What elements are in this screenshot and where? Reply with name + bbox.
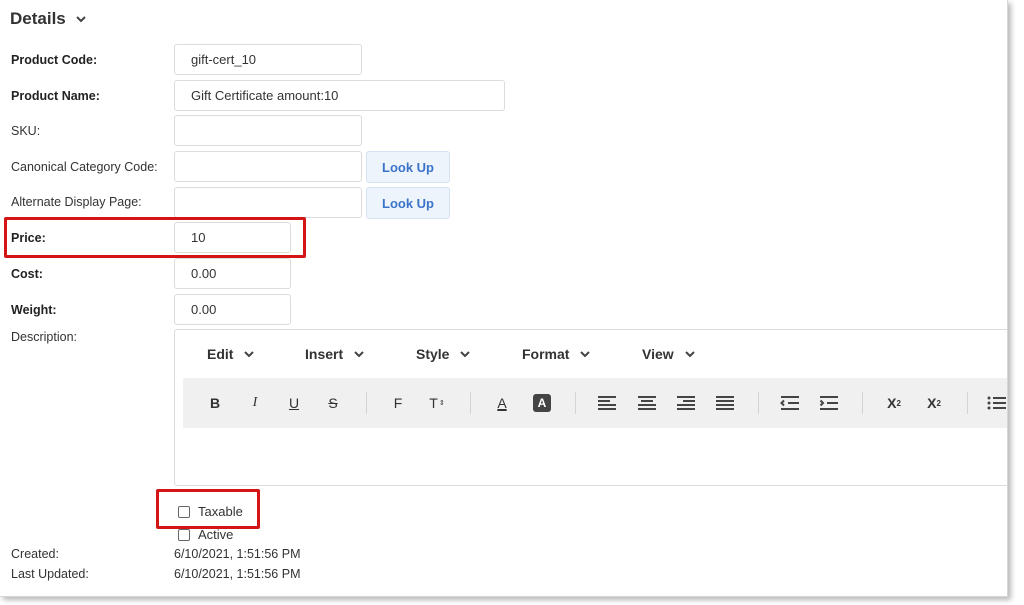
alternate-display-lookup-button[interactable]: Look Up	[366, 187, 450, 219]
price-label: Price:	[11, 231, 46, 245]
weight-label: Weight:	[11, 303, 57, 317]
underline-button[interactable]: U	[280, 390, 308, 416]
background-color-button[interactable]: A	[528, 390, 556, 416]
menu-format[interactable]: Format	[522, 346, 591, 362]
subscript-button[interactable]: X2	[920, 390, 948, 416]
toolbar-divider	[862, 392, 863, 414]
font-size-label: T	[429, 395, 438, 411]
sku-input[interactable]	[174, 115, 362, 146]
font-size-arrows-icon: ⇕	[438, 400, 445, 407]
taxable-label: Taxable	[198, 504, 243, 519]
justify-icon	[716, 396, 734, 410]
alternate-display-page-input[interactable]	[174, 187, 362, 218]
italic-button[interactable]: I	[241, 390, 269, 416]
outdent-button[interactable]	[776, 390, 804, 416]
last-updated-value: 6/10/2021, 1:51:56 PM	[174, 567, 301, 581]
section-title: Details	[10, 9, 66, 28]
indent-button[interactable]	[815, 390, 843, 416]
bullet-list-button[interactable]	[983, 390, 1007, 416]
cost-input[interactable]: 0.00	[174, 258, 291, 289]
bullet-list-icon	[987, 396, 1006, 410]
details-section-toggle[interactable]: Details	[10, 8, 88, 30]
taxable-checkbox[interactable]: Taxable	[178, 504, 243, 519]
alternate-display-page-label: Alternate Display Page:	[11, 195, 142, 209]
superscript-button[interactable]: X2	[880, 390, 908, 416]
canonical-category-code-input[interactable]	[174, 151, 362, 182]
price-input[interactable]: 10	[174, 222, 291, 253]
toolbar-divider	[366, 392, 367, 414]
subscript-mark-icon: 2	[936, 398, 941, 408]
last-updated-label: Last Updated:	[11, 567, 89, 581]
menu-style-label: Style	[416, 346, 450, 362]
font-family-button[interactable]: F	[384, 390, 412, 416]
product-code-label: Product Code:	[11, 53, 98, 67]
description-editor: Edit Insert Style Format View B I U S F …	[174, 329, 1007, 486]
superscript-mark-icon: 2	[896, 398, 901, 408]
editor-menubar: Edit Insert Style Format View	[175, 330, 1007, 378]
active-label: Active	[198, 527, 234, 542]
canonical-category-code-label: Canonical Category Code:	[11, 160, 158, 174]
menu-view-label: View	[642, 346, 674, 362]
active-checkbox-box[interactable]	[178, 528, 190, 541]
weight-input[interactable]: 0.00	[174, 294, 291, 325]
align-left-button[interactable]	[593, 390, 621, 416]
align-center-button[interactable]	[633, 390, 661, 416]
chevron-down-icon	[580, 351, 591, 358]
menu-style[interactable]: Style	[416, 346, 471, 362]
details-panel: Details Product Code: gift-cert_10 Produ…	[0, 0, 1008, 597]
created-label: Created:	[11, 547, 59, 561]
menu-insert-label: Insert	[305, 346, 344, 362]
cost-label: Cost:	[11, 267, 43, 281]
bold-button[interactable]: B	[201, 390, 229, 416]
menu-edit-label: Edit	[207, 346, 234, 362]
subscript-label: X	[927, 395, 937, 411]
created-value: 6/10/2021, 1:51:56 PM	[174, 547, 301, 561]
chevron-down-icon	[684, 351, 695, 358]
align-right-button[interactable]	[672, 390, 700, 416]
taxable-checkbox-box[interactable]	[178, 505, 190, 518]
menu-insert[interactable]: Insert	[305, 346, 365, 362]
align-right-icon	[677, 396, 695, 410]
text-color-button[interactable]: A	[488, 390, 516, 416]
menu-edit[interactable]: Edit	[207, 346, 255, 362]
description-label: Description:	[11, 330, 77, 344]
toolbar-divider	[967, 392, 968, 414]
chevron-down-icon	[76, 16, 86, 23]
background-color-label: A	[533, 394, 551, 412]
menu-format-label: Format	[522, 346, 570, 362]
editor-toolbar: B I U S F T ⇕ A A X 2 X 2	[183, 378, 1007, 428]
toolbar-divider	[470, 392, 471, 414]
align-left-icon	[598, 396, 616, 410]
outdent-icon	[780, 396, 799, 410]
superscript-label: X	[887, 395, 897, 411]
sku-label: SKU:	[11, 124, 41, 138]
chevron-down-icon	[460, 351, 471, 358]
chevron-down-icon	[354, 351, 364, 358]
strikethrough-button[interactable]: S	[319, 390, 347, 416]
menu-view[interactable]: View	[642, 346, 696, 362]
canonical-category-lookup-button[interactable]: Look Up	[366, 151, 450, 183]
active-checkbox[interactable]: Active	[178, 527, 233, 542]
indent-icon	[819, 396, 838, 410]
product-name-input[interactable]: Gift Certificate amount:10	[174, 80, 505, 111]
product-code-input[interactable]: gift-cert_10	[174, 44, 362, 75]
justify-button[interactable]	[711, 390, 739, 416]
toolbar-divider	[575, 392, 576, 414]
chevron-down-icon	[244, 351, 255, 358]
product-name-label: Product Name:	[11, 89, 100, 103]
toolbar-divider	[758, 392, 759, 414]
align-center-icon	[638, 396, 656, 410]
font-size-button[interactable]: T ⇕	[423, 390, 451, 416]
